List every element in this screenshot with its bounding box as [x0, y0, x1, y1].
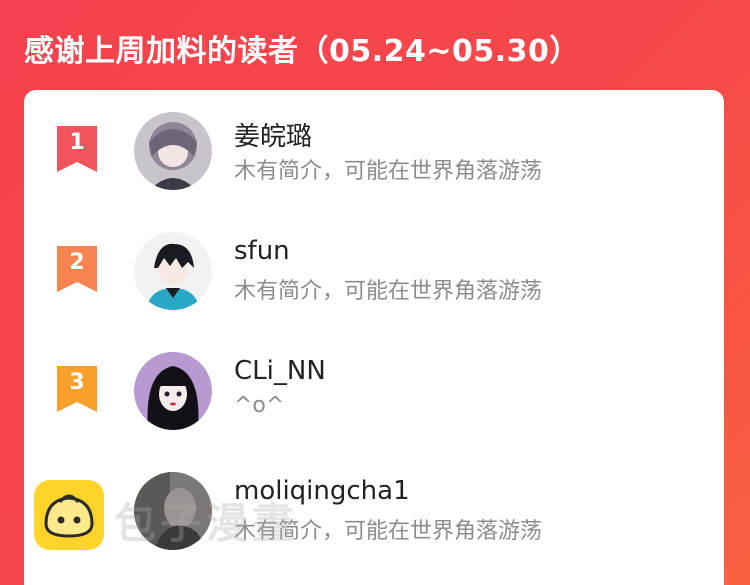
rank-badge: 2 — [57, 246, 97, 292]
rank-number: 3 — [69, 370, 85, 395]
reader-row-1[interactable]: 1 姜皖璐 木有简介，可能在世界角落游荡 — [24, 90, 724, 190]
avatar[interactable] — [134, 232, 212, 310]
readers-thanks-page: 感谢上周加料的读者（05.24~05.30） 1 姜皖璐 木有简介，可能在世界角… — [0, 0, 750, 585]
reader-row-2[interactable]: 2 sfun 木有简介，可能在世界角落游荡 — [24, 210, 724, 310]
reader-row-3[interactable]: 3 CLi_NN ^o^ — [24, 330, 724, 430]
avatar-image — [134, 352, 212, 430]
watermark-text: 包子漫畫 — [114, 499, 299, 548]
site-watermark: 包子漫畫 — [34, 480, 324, 552]
rank-number: 2 — [69, 250, 85, 275]
rank-badge: 1 — [57, 126, 97, 172]
bun-face-icon — [34, 480, 104, 550]
rank-badge: 3 — [57, 366, 97, 412]
reader-name[interactable]: sfun — [234, 236, 290, 266]
avatar-image — [134, 112, 212, 190]
reader-bio: 木有简介，可能在世界角落游荡 — [234, 159, 543, 184]
avatar[interactable] — [134, 112, 212, 190]
avatar-image — [134, 232, 212, 310]
reader-name[interactable]: CLi_NN — [234, 356, 326, 386]
avatar[interactable] — [134, 352, 212, 430]
reader-bio: 木有简介，可能在世界角落游荡 — [234, 279, 543, 304]
page-title: 感谢上周加料的读者（05.24~05.30） — [24, 34, 580, 69]
reader-bio: ^o^ — [234, 393, 285, 418]
rank-number: 1 — [69, 130, 85, 155]
reader-name[interactable]: 姜皖璐 — [234, 116, 312, 153]
